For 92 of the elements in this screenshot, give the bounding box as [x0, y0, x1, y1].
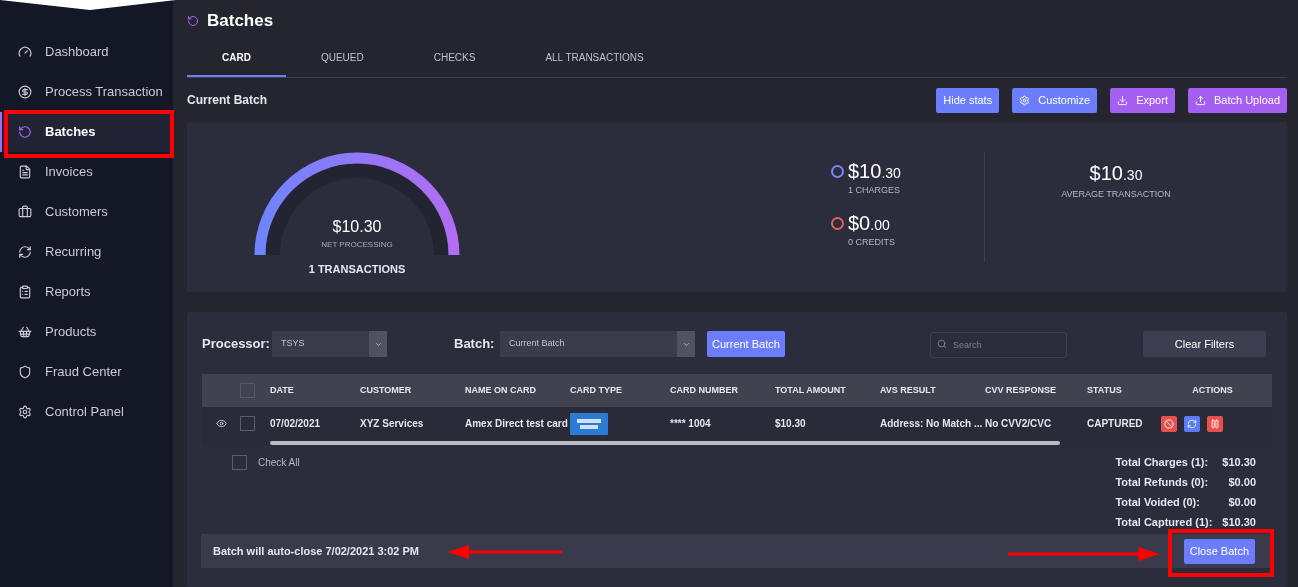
- dollar-icon: [18, 85, 32, 99]
- auto-close-message: Batch will auto-close 7/02/2021 3:02 PM: [213, 543, 420, 559]
- refresh-icon: [1187, 418, 1197, 429]
- void-icon: [1164, 418, 1174, 429]
- current-batch-button[interactable]: Current Batch: [707, 331, 785, 357]
- tab[interactable]: ALL TRANSACTIONS: [510, 40, 679, 77]
- column-header: DATE: [270, 383, 295, 397]
- briefcase-icon: [18, 205, 32, 219]
- tab[interactable]: QUEUED: [285, 40, 399, 77]
- sidebar-item[interactable]: Batches: [0, 112, 173, 152]
- sidebar-item[interactable]: Dashboard: [0, 32, 173, 72]
- toolbar-button[interactable]: Customize: [1012, 87, 1098, 113]
- settings-icon: [18, 405, 32, 419]
- table-cell-text: No CVV2/CVC: [985, 417, 1053, 431]
- total-label: Total Captured (1):: [1115, 515, 1213, 530]
- stat-label: 1 CHARGES: [848, 184, 901, 197]
- settings-icon: [1019, 94, 1031, 106]
- table-cell-text: CAPTURED: [1087, 417, 1144, 431]
- stat-amount: $0.00: [848, 211, 891, 236]
- processor-select[interactable]: TSYS: [272, 331, 387, 357]
- sidebar-item[interactable]: Control Panel: [0, 392, 173, 432]
- toolbar-button[interactable]: Export: [1110, 87, 1175, 113]
- table-cell-text: 07/02/2021: [270, 417, 322, 431]
- sidebar-item[interactable]: Products: [0, 312, 173, 352]
- column-header: CUSTOMER: [360, 383, 413, 397]
- sidebar-item[interactable]: Recurring: [0, 232, 173, 272]
- search-icon: [936, 339, 947, 349]
- upload-icon: [1194, 94, 1206, 106]
- column-header: CVV RESPONSE: [985, 383, 1058, 397]
- column-header: ACTIONS: [1192, 383, 1233, 397]
- total-value: $10.30: [1222, 515, 1256, 530]
- sidebar-item[interactable]: Process Transaction: [0, 72, 173, 112]
- clipboard-icon: [18, 285, 32, 299]
- sidebar-item[interactable]: Customers: [0, 192, 173, 232]
- select-all-checkbox[interactable]: [240, 383, 255, 398]
- table-cell-text: $10.30: [775, 417, 807, 431]
- download-icon: [1117, 94, 1129, 106]
- action-button[interactable]: [1207, 415, 1223, 432]
- scrollbar-thumb[interactable]: [270, 441, 1060, 445]
- batch-label: Batch:: [454, 335, 496, 354]
- clear-filters-button[interactable]: Clear Filters: [1143, 331, 1266, 357]
- tab[interactable]: CARD: [187, 40, 286, 77]
- action-button[interactable]: [1161, 415, 1177, 432]
- total-label: Total Charges (1):: [1115, 455, 1210, 470]
- average-amount: $10.30: [1089, 161, 1143, 186]
- stat-amount: $10.30: [848, 160, 901, 184]
- checkbox[interactable]: [232, 454, 247, 470]
- page-title: Batches: [207, 10, 274, 33]
- column-header: CARD NUMBER: [670, 383, 739, 397]
- card-brand-icon: [570, 412, 608, 435]
- tab[interactable]: CHECKS: [398, 40, 511, 77]
- batch-select[interactable]: Current Batch: [500, 331, 695, 357]
- net-label: NET PROCESSING: [321, 239, 393, 251]
- table-cell-text: Address: No Match ...: [880, 417, 984, 431]
- net-amount: $10.30: [332, 217, 382, 237]
- total-label: Total Voided (0):: [1115, 495, 1201, 510]
- processor-label: Processor:: [202, 335, 270, 354]
- basket-icon: [18, 325, 32, 339]
- checkbox[interactable]: [240, 416, 255, 431]
- check-all-label: Check All: [258, 455, 300, 470]
- total-value: $0.00: [1227, 475, 1256, 490]
- total-value: $0.00: [1227, 495, 1256, 510]
- toolbar-button[interactable]: Batch Upload: [1187, 87, 1287, 113]
- refresh-icon: [18, 245, 32, 259]
- batch-icon: [18, 125, 32, 139]
- sidebar-item[interactable]: Reports: [0, 272, 173, 312]
- column-header: NAME ON CARD: [465, 383, 537, 397]
- column-header: TOTAL AMOUNT: [775, 383, 847, 397]
- average-label: AVERAGE TRANSACTION: [1061, 188, 1171, 201]
- sidebar-item[interactable]: Invoices: [0, 152, 173, 192]
- shield-icon: [18, 365, 32, 379]
- view-icon[interactable]: [215, 418, 227, 429]
- section-title: Current Batch: [187, 92, 267, 109]
- action-button[interactable]: [1184, 415, 1200, 432]
- column-header: STATUS: [1087, 383, 1123, 397]
- table-cell-text: Amex Direct test card: [465, 417, 569, 431]
- toolbar-button[interactable]: Hide stats: [936, 87, 1000, 113]
- pause-icon: [1210, 418, 1220, 429]
- close-batch-button[interactable]: Close Batch: [1183, 538, 1255, 564]
- table-cell-text: **** 1004: [670, 417, 712, 431]
- stat-label: 0 CREDITS: [848, 235, 895, 249]
- column-header: AVS RESULT: [880, 383, 937, 397]
- gauge-icon: [18, 45, 32, 59]
- column-header: CARD TYPE: [570, 383, 623, 397]
- transactions-count: 1 TRANSACTIONS: [308, 262, 406, 277]
- file-icon: [18, 165, 32, 179]
- search-field[interactable]: Search: [929, 332, 1067, 358]
- total-value: $10.30: [1222, 455, 1256, 470]
- batch-icon: [187, 15, 199, 27]
- table-cell-text: XYZ Services: [360, 417, 425, 431]
- total-label: Total Refunds (0):: [1115, 475, 1210, 490]
- sidebar-item[interactable]: Fraud Center: [0, 352, 173, 392]
